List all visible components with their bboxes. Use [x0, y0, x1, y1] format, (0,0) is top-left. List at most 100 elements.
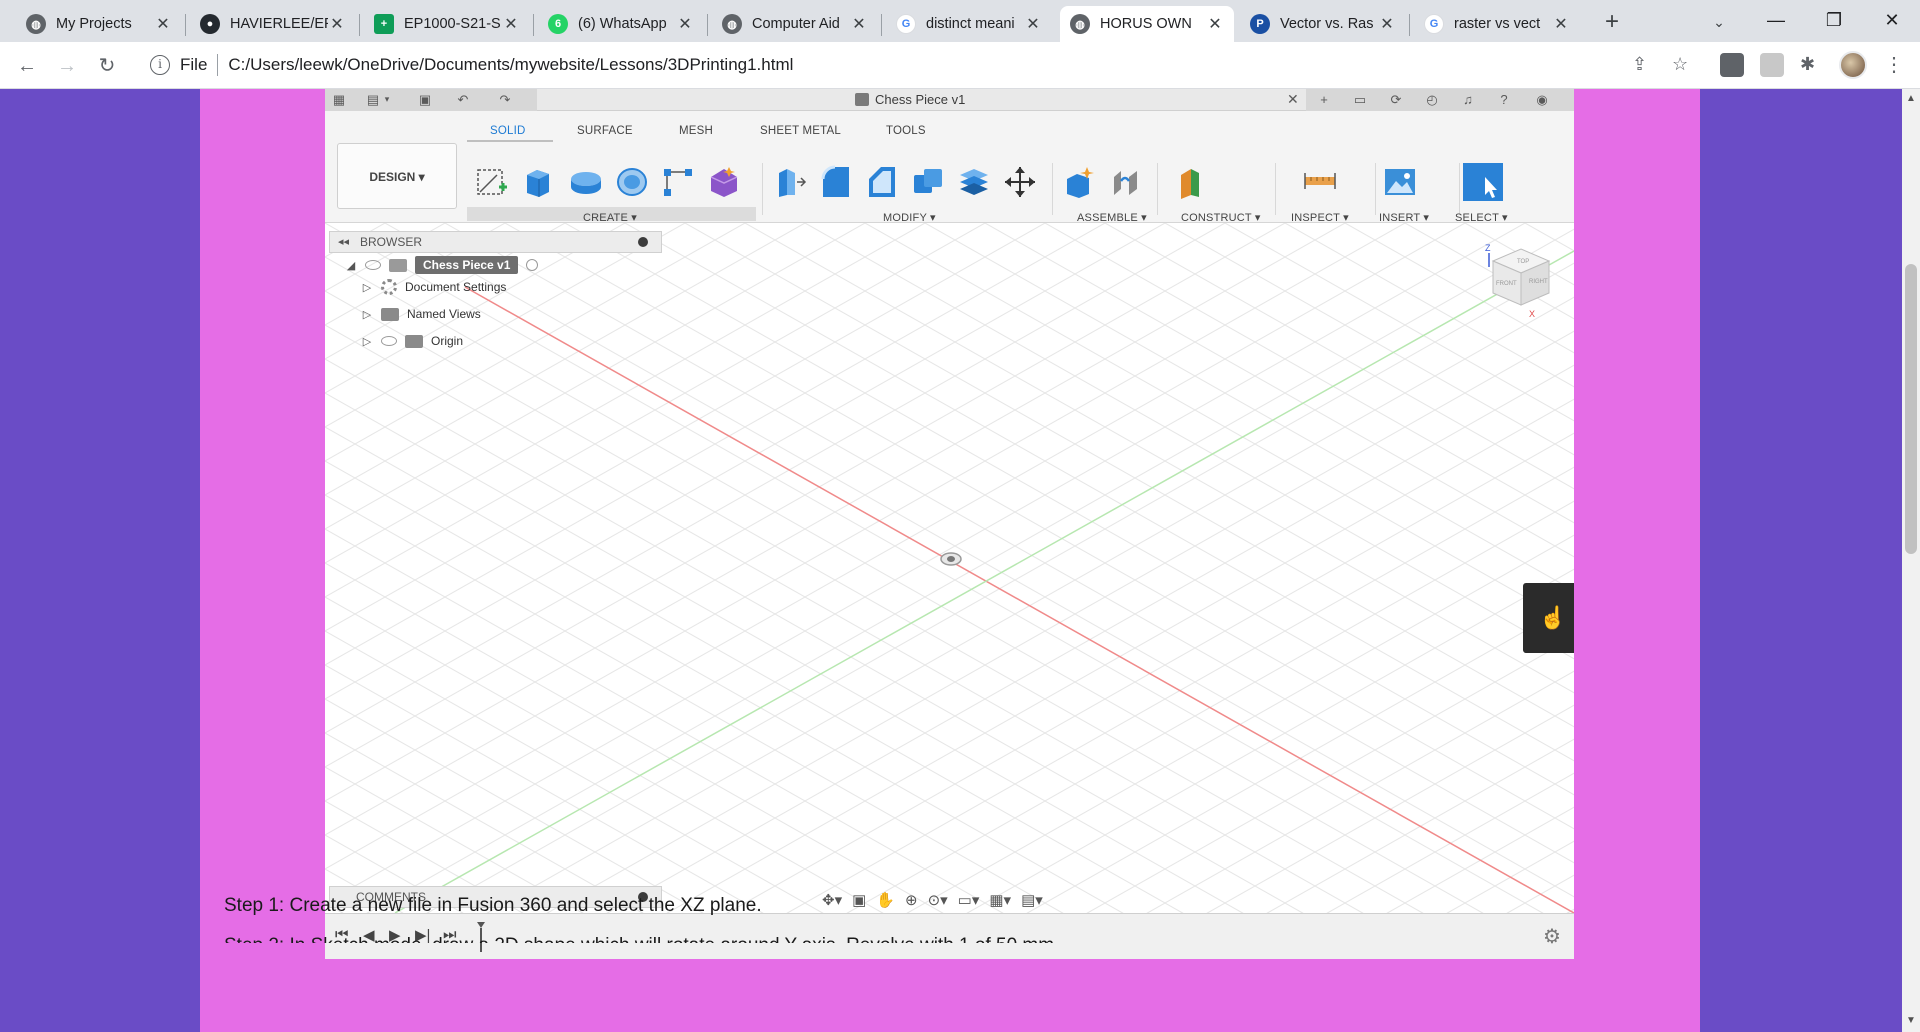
browser-tab[interactable]: ◍ My Projects ✕	[16, 6, 182, 42]
orbit-icon[interactable]: ✥▾	[822, 891, 842, 909]
info-icon[interactable]: i	[150, 55, 170, 75]
activate-radio-icon[interactable]	[526, 259, 539, 271]
job-status-icon[interactable]: ◴	[1424, 92, 1440, 107]
browser-tab[interactable]: + EP1000-S21-S ✕	[364, 6, 530, 42]
pan-icon[interactable]: ✋	[876, 891, 895, 909]
more-menu-icon[interactable]: ⋮	[1884, 52, 1904, 77]
expand-triangle-icon[interactable]: ▷	[361, 281, 373, 294]
text-commands-handle[interactable]: ☝	[1523, 583, 1574, 653]
zoom-icon[interactable]: ⊕	[905, 891, 918, 909]
browser-tab[interactable]: 6 (6) WhatsApp ✕	[538, 6, 704, 42]
extensions-icon[interactable]: ⟳	[1388, 92, 1404, 107]
new-tab-button[interactable]: +	[1598, 8, 1626, 36]
share-icon[interactable]: ⇪	[1632, 54, 1647, 75]
fit-icon[interactable]: ⊙▾	[928, 891, 948, 909]
combine-icon[interactable]	[911, 165, 945, 199]
close-icon[interactable]: ✕	[676, 14, 694, 34]
close-icon[interactable]: ✕	[502, 14, 520, 34]
close-icon[interactable]: ✕	[1206, 14, 1224, 34]
close-window-button[interactable]: ✕	[1864, 0, 1920, 40]
chamfer-icon[interactable]	[865, 165, 899, 199]
forward-button[interactable]: →	[52, 51, 82, 81]
expand-triangle-icon[interactable]: ▷	[361, 335, 373, 348]
save-icon[interactable]: ▣	[417, 92, 433, 107]
hidden-eye-icon[interactable]	[381, 336, 397, 346]
undo-icon[interactable]: ↶	[455, 92, 471, 107]
create-form-icon[interactable]	[707, 165, 741, 199]
browser-item-origin[interactable]: ▷ Origin	[361, 331, 463, 351]
notification-icon[interactable]: ♫	[1460, 92, 1476, 107]
fillet-icon[interactable]	[819, 165, 853, 199]
grid-settings-icon[interactable]: ▦▾	[989, 891, 1011, 909]
address-bar[interactable]: i File C:/Users/leewk/OneDrive/Documents…	[138, 47, 1698, 83]
scroll-thumb[interactable]	[1905, 264, 1917, 554]
browser-tab[interactable]: ◍ Computer Aid ✕	[712, 6, 878, 42]
close-icon[interactable]: ✕	[1552, 14, 1570, 34]
new-component-icon[interactable]	[1063, 165, 1097, 199]
viewcube[interactable]: TOP FRONT RIGHT Z X	[1483, 243, 1559, 319]
profile-avatar[interactable]	[1839, 51, 1867, 79]
visibility-eye-icon[interactable]	[365, 260, 381, 270]
offset-plane-icon[interactable]	[1175, 165, 1209, 199]
move-copy-icon[interactable]	[1003, 165, 1037, 199]
close-icon[interactable]: ✕	[1378, 14, 1396, 34]
tab-surface[interactable]: SURFACE	[577, 125, 633, 137]
browser-tab[interactable]: G raster vs vect ✕	[1414, 6, 1580, 42]
look-at-icon[interactable]: ▣	[852, 891, 866, 909]
bookmark-star-icon[interactable]: ☆	[1672, 54, 1688, 75]
browser-root-row[interactable]: ◢ Chess Piece v1	[345, 255, 539, 275]
extension-icon[interactable]	[1760, 53, 1784, 77]
measure-icon[interactable]	[1303, 165, 1337, 199]
page-scrollbar[interactable]: ▲ ▼	[1902, 89, 1920, 1032]
expand-triangle-icon[interactable]: ◢	[345, 259, 357, 272]
tab-solid[interactable]: SOLID	[490, 125, 526, 137]
browser-item-document-settings[interactable]: ▷ Document Settings	[361, 277, 506, 297]
select-icon[interactable]	[1461, 161, 1505, 203]
collapse-icon[interactable]: ◂◂	[338, 232, 349, 252]
close-icon[interactable]: ✕	[850, 14, 868, 34]
puzzle-extensions-icon[interactable]: ✱	[1800, 54, 1815, 75]
fusion-canvas[interactable]: ◂◂ BROWSER ◢ Chess Piece v1 ▷ Document S…	[325, 223, 1574, 913]
extension-icon[interactable]	[1720, 53, 1744, 77]
workspace-switcher[interactable]: DESIGN ▾	[337, 143, 457, 209]
viewports-icon[interactable]: ▤▾	[1021, 891, 1043, 909]
add-tab-icon[interactable]: +	[1316, 92, 1332, 107]
browser-tab-active[interactable]: ◍ HORUS OWN ✕	[1060, 6, 1234, 42]
display-settings-icon[interactable]: ▭▾	[958, 891, 980, 909]
create-sketch-icon[interactable]	[475, 165, 509, 199]
url-text[interactable]: C:/Users/leewk/OneDrive/Documents/mywebs…	[228, 55, 793, 75]
user-avatar-icon[interactable]: ◉	[1534, 92, 1550, 107]
close-icon[interactable]: ✕	[328, 14, 346, 34]
revolve-icon[interactable]	[569, 165, 603, 199]
close-icon[interactable]: ✕	[1024, 14, 1042, 34]
hole-icon[interactable]	[615, 165, 649, 199]
close-icon[interactable]: ✕	[1287, 91, 1299, 108]
back-button[interactable]: ←	[12, 51, 42, 81]
chat-icon[interactable]: ▭	[1352, 92, 1368, 107]
close-icon[interactable]: ✕	[154, 14, 172, 34]
tab-tools[interactable]: TOOLS	[886, 125, 926, 137]
tab-sheet-metal[interactable]: SHEET METAL	[760, 125, 841, 137]
browser-tab[interactable]: G distinct meani ✕	[886, 6, 1052, 42]
browser-panel-header[interactable]: ◂◂ BROWSER	[329, 231, 662, 253]
press-pull-icon[interactable]	[773, 165, 807, 199]
scroll-up-icon[interactable]: ▲	[1906, 93, 1916, 104]
extrude-icon[interactable]	[521, 165, 555, 199]
panel-pin-icon[interactable]	[638, 237, 648, 247]
help-icon[interactable]: ?	[1496, 92, 1512, 107]
tab-search-chevron-icon[interactable]: ⌄	[1705, 8, 1733, 36]
document-tab[interactable]: Chess Piece v1	[855, 92, 965, 107]
browser-tab[interactable]: P Vector vs. Ras ✕	[1240, 6, 1406, 42]
insert-image-icon[interactable]	[1383, 165, 1417, 199]
tab-mesh[interactable]: MESH	[679, 125, 713, 137]
pattern-icon[interactable]	[661, 165, 695, 199]
chevron-down-icon[interactable]: ▾	[379, 92, 395, 107]
joint-icon[interactable]	[1109, 165, 1143, 199]
minimize-button[interactable]: —	[1748, 0, 1804, 40]
gear-icon[interactable]: ⚙	[1543, 924, 1561, 949]
reload-button[interactable]: ↻	[92, 51, 122, 81]
redo-icon[interactable]: ↷	[497, 92, 513, 107]
browser-item-named-views[interactable]: ▷ Named Views	[361, 304, 481, 324]
offset-face-icon[interactable]	[957, 165, 991, 199]
restore-button[interactable]: ❐	[1806, 0, 1862, 40]
